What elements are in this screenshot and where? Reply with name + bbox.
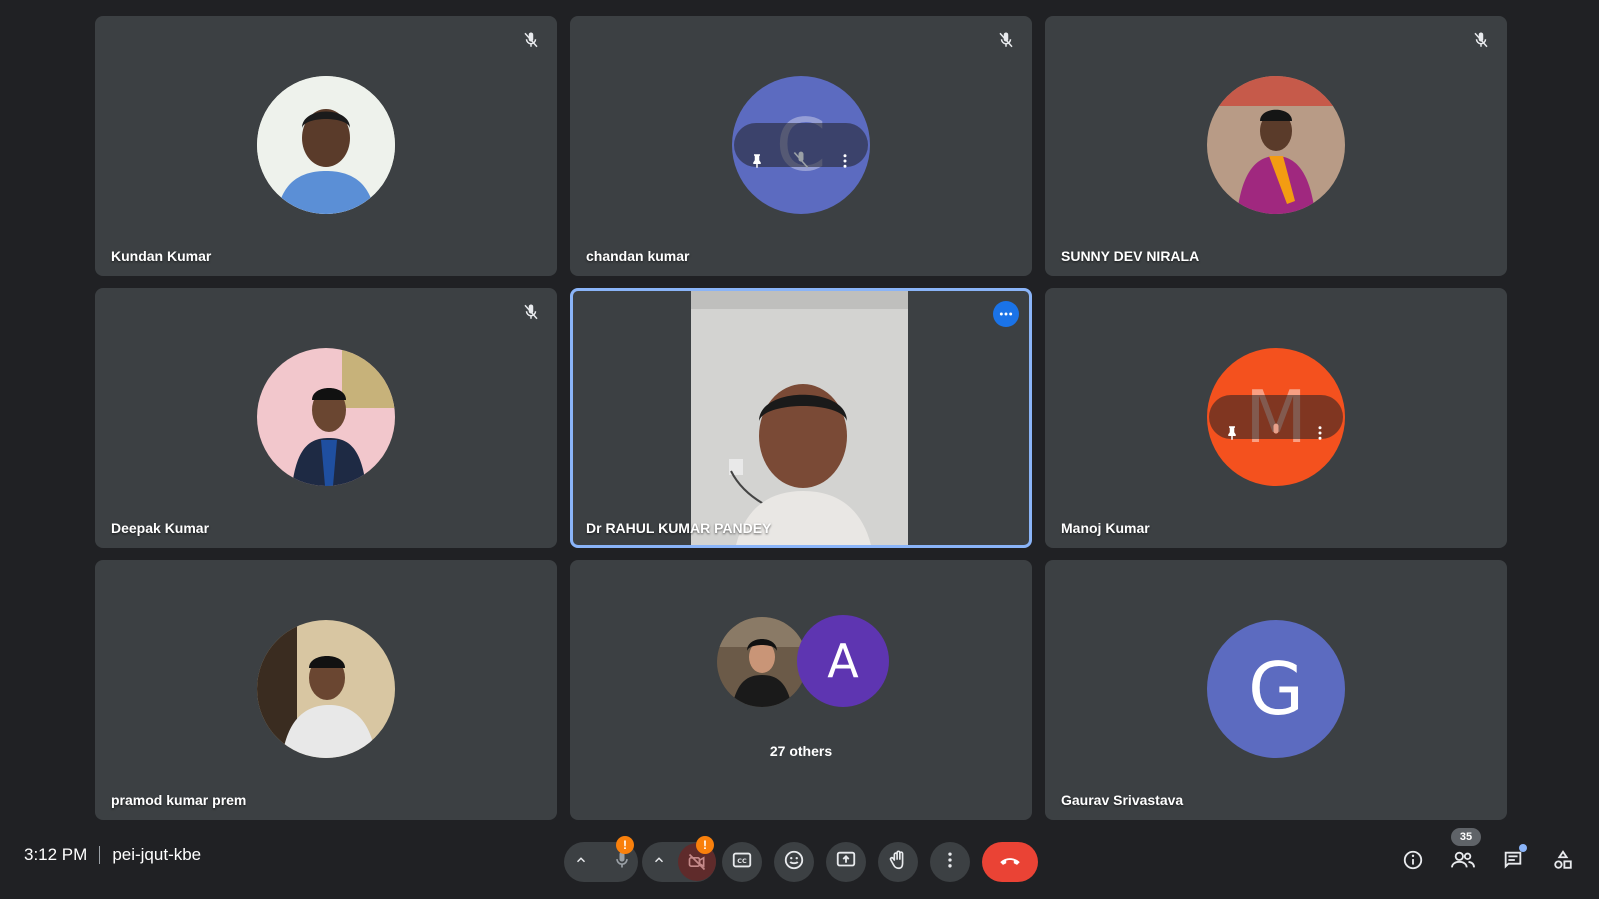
more-options-control [930, 842, 970, 882]
others-count-label: 27 others [769, 743, 833, 759]
present-screen-button[interactable] [826, 842, 866, 882]
participant-tile[interactable]: Deepak Kumar [95, 288, 557, 548]
avatar-photo [715, 615, 809, 709]
avatar-photo [1207, 76, 1345, 214]
meeting-code[interactable]: pei-jqut-kbe [112, 845, 201, 865]
emoji-icon [783, 849, 805, 876]
more-options-button[interactable] [930, 842, 970, 882]
emoji-control [774, 842, 814, 882]
meeting-time: 3:12 PM [24, 845, 88, 864]
present-screen-icon [835, 849, 857, 876]
meeting-details-button[interactable] [1393, 842, 1433, 882]
chevron-up-icon[interactable] [652, 853, 666, 872]
participant-tile[interactable]: C chandan kumar [570, 16, 1032, 276]
participant-tile[interactable]: G Gaurav Srivastava [1045, 560, 1507, 820]
participant-name: pramod kumar prem [111, 792, 247, 808]
participant-name: Deepak Kumar [111, 520, 210, 536]
tile-hover-controls [734, 123, 868, 169]
more-vert-icon[interactable] [836, 103, 854, 187]
participant-tile[interactable]: Kundan Kumar [95, 16, 557, 276]
pin-icon[interactable] [748, 103, 766, 187]
end-call-icon [997, 847, 1023, 878]
chat-icon [1502, 849, 1524, 876]
participant-tile[interactable]: pramod kumar prem [95, 560, 557, 820]
raise-hand-icon [887, 849, 909, 876]
chevron-up-icon[interactable] [574, 853, 588, 872]
participant-tile[interactable]: M Manoj Kumar [1045, 288, 1507, 548]
participant-grid: Kundan Kumar C chandan kumar [95, 16, 1507, 821]
svg-text:CC: CC [737, 856, 747, 864]
participant-name: Gaurav Srivastava [1061, 792, 1184, 808]
others-avatars: A [715, 615, 890, 710]
mute-participant-icon[interactable] [1266, 375, 1286, 459]
end-call-button[interactable] [982, 842, 1038, 882]
avatar-letter: G [1207, 620, 1345, 758]
participant-count-badge: 35 [1451, 828, 1481, 846]
others-tile[interactable]: A 27 others [570, 560, 1032, 820]
people-icon [1451, 849, 1475, 876]
muted-mic-icon [994, 28, 1018, 52]
divider [99, 846, 101, 864]
avatar-photo [257, 76, 395, 214]
avatar-photo [257, 348, 395, 486]
avatar-initial: A [827, 634, 859, 688]
participant-name: Kundan Kumar [111, 248, 212, 264]
raise-hand-control [878, 842, 918, 882]
avatar-letter: A [797, 615, 889, 707]
camera-button[interactable]: ! [642, 836, 716, 882]
participant-name: Manoj Kumar [1061, 520, 1150, 536]
emoji-reaction-button[interactable] [774, 842, 814, 882]
mute-participant-icon[interactable] [791, 103, 811, 187]
avatar-letter: M [1207, 348, 1345, 486]
mic-control-group: ! [564, 836, 638, 882]
more-options-icon [940, 850, 960, 875]
chat-button[interactable] [1493, 842, 1533, 882]
unread-dot [1519, 844, 1527, 852]
activities-button[interactable] [1543, 842, 1583, 882]
participant-tile-speaking[interactable]: Dr RAHUL KUMAR PANDEY [570, 288, 1032, 548]
avatar-initial: G [1248, 647, 1304, 731]
side-panel-icons: 35 [1393, 828, 1583, 882]
avatar-photo [257, 620, 395, 758]
present-control [826, 842, 866, 882]
muted-mic-icon [519, 28, 543, 52]
more-vert-icon[interactable] [1311, 375, 1329, 459]
tile-hover-controls [1209, 395, 1343, 440]
mic-warning-badge: ! [616, 836, 634, 854]
meeting-info: 3:12 PM pei-jqut-kbe [24, 833, 201, 877]
participant-tile[interactable]: SUNNY DEV NIRALA [1045, 16, 1507, 276]
info-icon [1402, 849, 1424, 876]
captions-icon: CC [731, 849, 753, 876]
camera-warning-badge: ! [696, 836, 714, 854]
more-options-badge[interactable] [993, 301, 1019, 327]
muted-mic-icon [519, 300, 543, 324]
avatar-letter: C [732, 76, 870, 214]
video-feed [691, 291, 908, 545]
activities-icon [1552, 849, 1574, 876]
raise-hand-button[interactable] [878, 842, 918, 882]
participant-name: SUNNY DEV NIRALA [1061, 248, 1200, 264]
captions-control: CC [722, 842, 762, 882]
participant-name: chandan kumar [586, 248, 690, 264]
mic-button[interactable]: ! [564, 836, 638, 882]
people-button[interactable]: 35 [1443, 828, 1483, 882]
bottom-toolbar: 3:12 PM pei-jqut-kbe ! ! CC 35 [0, 820, 1599, 899]
captions-button[interactable]: CC [722, 842, 762, 882]
participant-name: Dr RAHUL KUMAR PANDEY [586, 520, 772, 536]
end-call-control [982, 842, 1038, 882]
pin-icon[interactable] [1223, 375, 1241, 459]
camera-control-group: ! [642, 836, 716, 882]
muted-mic-icon [1469, 28, 1493, 52]
